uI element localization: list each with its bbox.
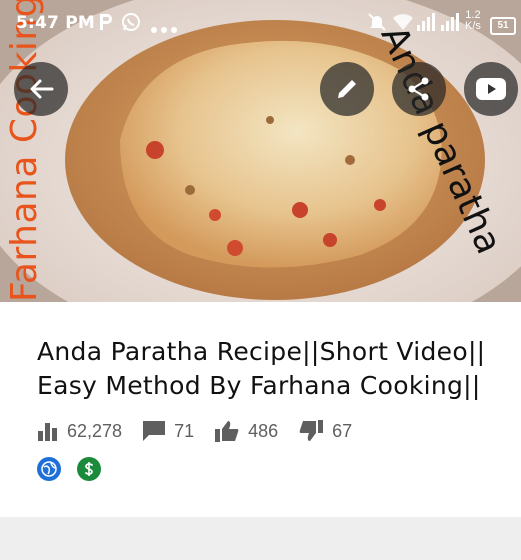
comment-icon (143, 421, 166, 441)
video-thumbnail[interactable]: Farhana Cooking Anda paratha 5:47 PM 1.2… (0, 0, 521, 302)
back-button[interactable] (14, 62, 68, 116)
thumbs-up-icon (215, 421, 239, 442)
comments-count: 71 (174, 420, 195, 441)
pencil-icon (338, 80, 356, 98)
wifi-icon (392, 12, 414, 37)
bar-chart-icon (38, 423, 57, 441)
dollar-icon (77, 457, 101, 481)
bottom-divider (0, 517, 521, 560)
signal-icon-2 (440, 12, 460, 37)
edit-button[interactable] (320, 62, 374, 116)
share-icon (408, 77, 429, 101)
back-arrow-icon (30, 79, 54, 99)
youtube-button[interactable] (464, 62, 518, 116)
globe-icon (37, 457, 61, 481)
comments-stat[interactable]: 71 (142, 420, 194, 442)
thumbs-down-icon (299, 420, 324, 441)
dislikes-count: 67 (332, 420, 353, 441)
network-speed: 1.2 K/s (465, 10, 481, 32)
dislikes-stat[interactable]: 67 (298, 420, 352, 442)
more-dots-icon (150, 19, 178, 39)
likes-stat[interactable]: 486 (214, 420, 278, 442)
mute-icon (368, 13, 386, 36)
video-badges (37, 457, 117, 481)
video-title: Anda Paratha Recipe||Short Video|| Easy … (37, 337, 486, 400)
video-stats: 62,278 71 486 67 (37, 416, 372, 446)
youtube-icon (476, 78, 506, 100)
status-bar: 5:47 PM 1.2 K/s 51 (0, 0, 521, 46)
views-stat: 62,278 (37, 421, 122, 442)
network-speed-unit: K/s (465, 20, 481, 32)
share-button[interactable] (392, 62, 446, 116)
status-time: 5:47 PM (16, 13, 95, 33)
likes-count: 486 (248, 420, 279, 441)
views-count: 62,278 (67, 420, 123, 441)
battery-level: 51 (490, 17, 516, 35)
signal-icon (416, 12, 436, 37)
parking-app-icon (98, 12, 114, 37)
battery-icon: 51 (490, 13, 516, 35)
whatsapp-icon (121, 12, 141, 37)
